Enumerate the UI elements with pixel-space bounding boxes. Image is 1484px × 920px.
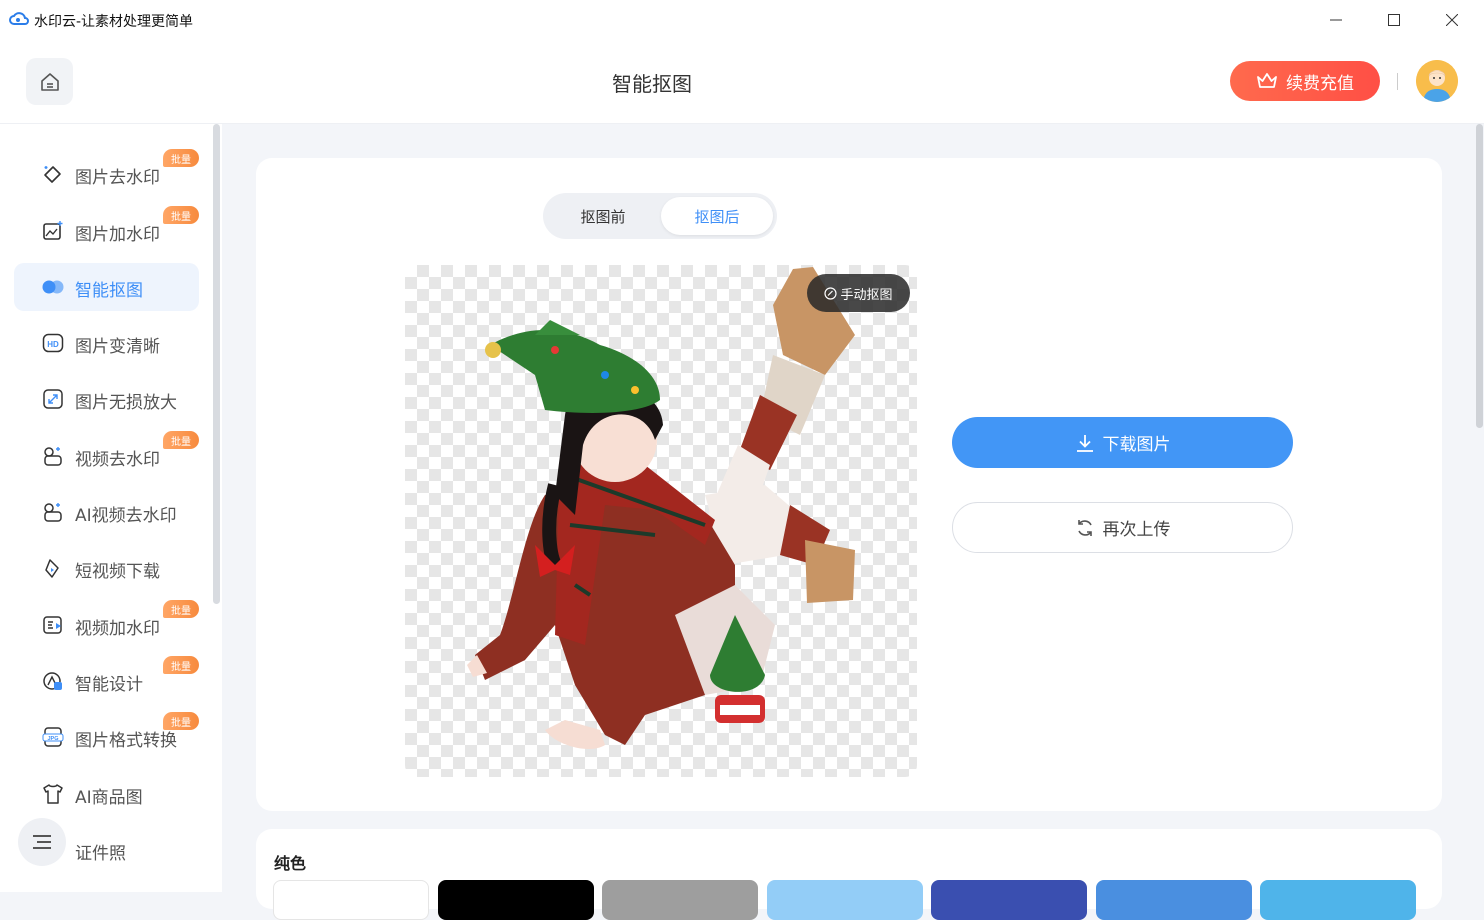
sidebar-item-label: 图片加水印 (75, 225, 160, 245)
sidebar-item-image-format-convert[interactable]: JPG 图片格式转换 批量 (14, 712, 199, 761)
tab-after-cutout[interactable]: 抠图后 (661, 197, 773, 235)
avatar[interactable] (1416, 60, 1458, 102)
home-icon (40, 72, 59, 91)
color-swatch-white[interactable] (273, 880, 429, 920)
sidebar-item-label: 图片格式转换 (75, 731, 177, 751)
color-swatch-navy[interactable] (931, 880, 1087, 920)
menu-icon (33, 835, 51, 849)
maximize-button[interactable] (1365, 0, 1423, 40)
before-after-toggle: 抠图前 抠图后 (543, 193, 777, 239)
sidebar-item-image-enhance[interactable]: HD 图片变清晰 (14, 319, 199, 367)
hd-icon: HD (41, 331, 65, 355)
batch-badge: 批量 (163, 600, 199, 618)
jpg-format-icon: JPG (41, 725, 65, 749)
batch-badge: 批量 (163, 206, 199, 224)
color-swatch-gray[interactable] (602, 880, 758, 920)
window-title: 水印云-让素材处理更简单 (34, 14, 194, 30)
reupload-label: 再次上传 (1102, 520, 1171, 540)
sidebar-scrollbar[interactable] (213, 124, 220, 604)
sidebar-item-label: 视频加水印 (75, 619, 160, 639)
page-title: 智能抠图 (612, 72, 692, 96)
manual-edit-icon (824, 286, 838, 300)
tshirt-icon (41, 782, 65, 806)
sidebar-item-label: 证件照 (75, 844, 126, 864)
eraser-icon (41, 162, 65, 186)
manual-cutout-button[interactable]: 手动抠图 (807, 274, 910, 312)
solid-color-label: 纯色 (274, 854, 307, 873)
sidebar-item-label: 图片无损放大 (75, 393, 177, 413)
cutout-subject-illustration (467, 267, 855, 750)
sidebar-item-label: 图片去水印 (75, 168, 160, 188)
reupload-button[interactable]: 再次上传 (952, 502, 1293, 553)
download-icon (1076, 434, 1093, 452)
cutout-preview-image (405, 265, 917, 777)
enlarge-icon (41, 387, 65, 411)
video-add-watermark-icon (41, 613, 65, 637)
color-swatch-sky-blue[interactable] (1260, 880, 1416, 920)
refresh-icon (1077, 519, 1092, 536)
sidebar-item-label: 图片变清晰 (75, 337, 160, 357)
sidebar-item-add-video-watermark[interactable]: 视频加水印 批量 (14, 600, 199, 649)
close-icon (1446, 14, 1458, 26)
background-color-card: 纯色 (256, 829, 1442, 920)
recharge-label: 续费充值 (1286, 73, 1354, 94)
sidebar-item-image-enlarge[interactable]: 图片无损放大 (14, 375, 199, 423)
close-button[interactable] (1423, 0, 1481, 40)
color-swatch-black[interactable] (438, 880, 594, 920)
sidebar-item-label: 智能设计 (75, 675, 143, 695)
video-eraser-icon (41, 444, 65, 468)
maximize-icon (1388, 14, 1400, 26)
color-swatch-blue[interactable] (1096, 880, 1252, 920)
cutout-result-card: 抠图前 抠图后 手动抠图 下载图片 再次上传 (256, 158, 1442, 811)
crown-icon (1257, 73, 1277, 88)
download-label: 下载图片 (1102, 435, 1171, 455)
sidebar: 图片去水印 批量 图片加水印 批量 智能抠图 HD 图片变清晰 图片无损放大 视… (0, 124, 222, 892)
svg-text:JPG: JPG (47, 736, 58, 742)
batch-badge: 批量 (163, 712, 199, 730)
sidebar-item-add-image-watermark[interactable]: 图片加水印 批量 (14, 206, 199, 255)
recharge-button[interactable]: 续费充值 (1230, 61, 1380, 101)
sidebar-item-smart-cutout[interactable]: 智能抠图 (14, 263, 199, 311)
svg-text:HD: HD (47, 340, 59, 349)
header-divider (1397, 73, 1398, 90)
title-bar: 水印云-让素材处理更简单 (0, 0, 1484, 40)
batch-badge: 批量 (163, 149, 199, 167)
main-scrollbar[interactable] (1476, 124, 1483, 428)
sidebar-item-remove-video-watermark[interactable]: 视频去水印 批量 (14, 431, 199, 480)
ai-video-icon (41, 500, 65, 524)
sidebar-item-remove-image-watermark[interactable]: 图片去水印 批量 (14, 149, 199, 198)
batch-badge: 批量 (163, 656, 199, 674)
batch-badge: 批量 (163, 431, 199, 449)
sidebar-item-label: 视频去水印 (75, 450, 160, 470)
image-add-icon (41, 219, 65, 243)
download-image-button[interactable]: 下载图片 (952, 417, 1293, 468)
minimize-icon (1330, 19, 1342, 21)
user-avatar-icon (1416, 60, 1458, 102)
minimize-button[interactable] (1307, 0, 1365, 40)
cutout-icon (41, 275, 65, 299)
sidebar-item-label: 短视频下载 (75, 562, 160, 582)
sidebar-item-smart-design[interactable]: 智能设计 批量 (14, 656, 199, 705)
sidebar-item-label: 智能抠图 (75, 281, 143, 301)
home-button[interactable] (26, 58, 73, 105)
tab-before-cutout[interactable]: 抠图前 (547, 197, 659, 235)
app-header: 智能抠图 续费充值 (0, 40, 1484, 124)
app-logo-icon (9, 12, 29, 25)
sidebar-item-ai-video-watermark[interactable]: AI视频去水印 (14, 488, 199, 536)
color-swatch-light-blue[interactable] (767, 880, 923, 920)
sidebar-item-label: AI视频去水印 (75, 506, 177, 526)
short-video-download-icon (41, 556, 65, 580)
sidebar-item-short-video-download[interactable]: 短视频下载 (14, 544, 199, 592)
sidebar-item-ai-product-image[interactable]: AI商品图 (14, 770, 199, 818)
manual-cutout-label: 手动抠图 (840, 287, 893, 303)
menu-toggle-button[interactable] (18, 818, 66, 866)
design-icon (41, 669, 65, 693)
sidebar-item-label: AI商品图 (75, 788, 143, 808)
